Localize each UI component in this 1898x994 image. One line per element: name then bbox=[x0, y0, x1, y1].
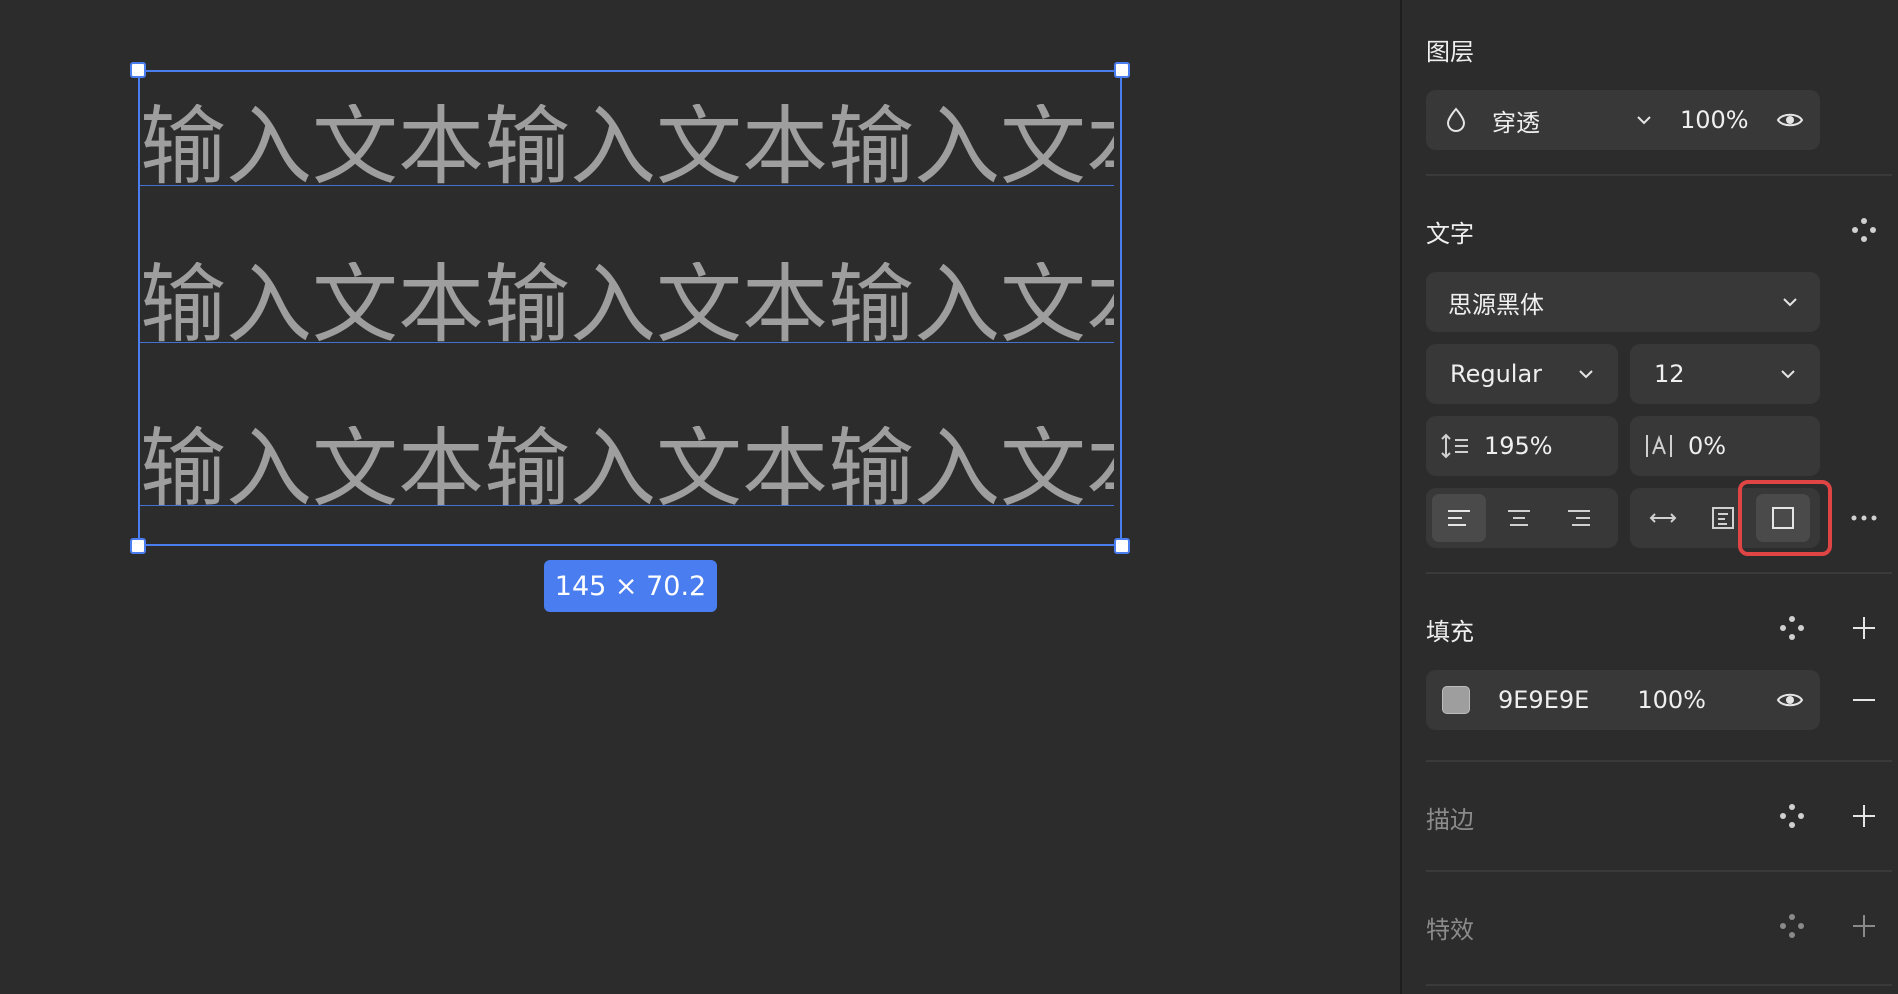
align-left-icon bbox=[1446, 508, 1472, 528]
eye-icon[interactable] bbox=[1776, 690, 1804, 710]
more-icon[interactable] bbox=[1848, 502, 1880, 534]
divider bbox=[1426, 760, 1892, 762]
design-canvas[interactable]: 输入文本输入文本输入文本 输入文本输入文本输入文本 输入文本输入文本输入文本 1… bbox=[0, 0, 1400, 994]
fill-section-title: 填充 bbox=[1426, 618, 1474, 646]
fill-row: 9E9E9E 100% bbox=[1426, 670, 1820, 730]
line-height-value: 195% bbox=[1484, 432, 1553, 460]
font-weight-select[interactable]: Regular bbox=[1426, 344, 1618, 404]
text-line-2: 输入文本输入文本输入文本 bbox=[140, 262, 1114, 348]
style-dots-icon[interactable] bbox=[1776, 910, 1808, 942]
selected-text-frame[interactable]: 输入文本输入文本输入文本 输入文本输入文本输入文本 输入文本输入文本输入文本 bbox=[138, 70, 1122, 546]
align-center-button[interactable] bbox=[1492, 494, 1546, 542]
plus-icon[interactable] bbox=[1848, 910, 1880, 942]
plus-icon[interactable] bbox=[1848, 800, 1880, 832]
divider bbox=[1426, 174, 1892, 176]
align-right-icon bbox=[1566, 508, 1592, 528]
blend-mode-value: 穿透 bbox=[1492, 108, 1540, 137]
text-line-3: 输入文本输入文本输入文本 bbox=[140, 426, 1114, 512]
font-size-value: 12 bbox=[1654, 360, 1685, 388]
layer-section-title: 图层 bbox=[1426, 38, 1474, 66]
align-right-button[interactable] bbox=[1552, 494, 1606, 542]
text-align-group bbox=[1426, 488, 1618, 548]
resize-handle-top-left[interactable] bbox=[130, 62, 146, 78]
text-section-title: 文字 bbox=[1426, 220, 1474, 248]
layer-opacity-input[interactable]: 100% bbox=[1680, 106, 1749, 134]
letter-spacing-value: 0% bbox=[1688, 432, 1727, 460]
text-baseline-2 bbox=[140, 342, 1114, 343]
line-height-input[interactable]: 195% bbox=[1426, 416, 1618, 476]
align-left-button[interactable] bbox=[1432, 494, 1486, 542]
layer-blend-opacity-field: 穿透 100% bbox=[1426, 90, 1820, 150]
resize-handle-bottom-left[interactable] bbox=[130, 538, 146, 554]
chevron-down-icon bbox=[1780, 369, 1796, 379]
plus-icon[interactable] bbox=[1848, 612, 1880, 644]
font-family-value: 思源黑体 bbox=[1448, 290, 1544, 319]
font-weight-value: Regular bbox=[1450, 360, 1543, 388]
text-baseline-1 bbox=[140, 185, 1114, 186]
align-center-icon bbox=[1506, 508, 1532, 528]
style-dots-icon[interactable] bbox=[1848, 214, 1880, 246]
style-dots-icon[interactable] bbox=[1776, 800, 1808, 832]
auto-width-button[interactable] bbox=[1636, 494, 1690, 542]
chevron-down-icon bbox=[1578, 369, 1594, 379]
auto-height-icon bbox=[1710, 505, 1736, 531]
style-dots-icon[interactable] bbox=[1776, 612, 1808, 644]
fill-opacity-input[interactable]: 100% bbox=[1637, 686, 1706, 714]
font-size-select[interactable]: 12 bbox=[1630, 344, 1820, 404]
text-line-1: 输入文本输入文本输入文本 bbox=[140, 104, 1114, 190]
size-badge: 145 × 70.2 bbox=[544, 560, 717, 612]
effects-section-title: 特效 bbox=[1426, 916, 1474, 944]
text-baseline-3 bbox=[140, 505, 1114, 506]
fill-color-swatch[interactable] bbox=[1442, 686, 1470, 714]
stroke-section-title: 描边 bbox=[1426, 806, 1474, 834]
letter-spacing-input[interactable]: 0% bbox=[1630, 416, 1820, 476]
font-family-select[interactable]: 思源黑体 bbox=[1426, 272, 1820, 332]
line-height-icon bbox=[1440, 433, 1470, 459]
resize-handle-top-right[interactable] bbox=[1114, 62, 1130, 78]
properties-panel: 图层 穿透 100% 文字 思源黑体 Regular 12 195% 0% 填充… bbox=[1400, 0, 1898, 994]
fill-hex-input[interactable]: 9E9E9E bbox=[1498, 686, 1589, 714]
blend-mode-select[interactable]: 穿透 bbox=[1492, 103, 1652, 138]
auto-width-icon bbox=[1649, 510, 1677, 526]
minus-icon[interactable] bbox=[1848, 684, 1880, 716]
chevron-down-icon bbox=[1636, 115, 1652, 125]
divider bbox=[1426, 984, 1892, 986]
resize-handle-bottom-right[interactable] bbox=[1114, 538, 1130, 554]
chevron-down-icon bbox=[1782, 297, 1798, 307]
droplet-icon bbox=[1444, 107, 1474, 133]
divider bbox=[1426, 572, 1892, 574]
letter-spacing-icon bbox=[1644, 433, 1674, 459]
fixed-size-highlight bbox=[1738, 480, 1832, 556]
eye-icon[interactable] bbox=[1776, 110, 1804, 130]
divider bbox=[1426, 870, 1892, 872]
